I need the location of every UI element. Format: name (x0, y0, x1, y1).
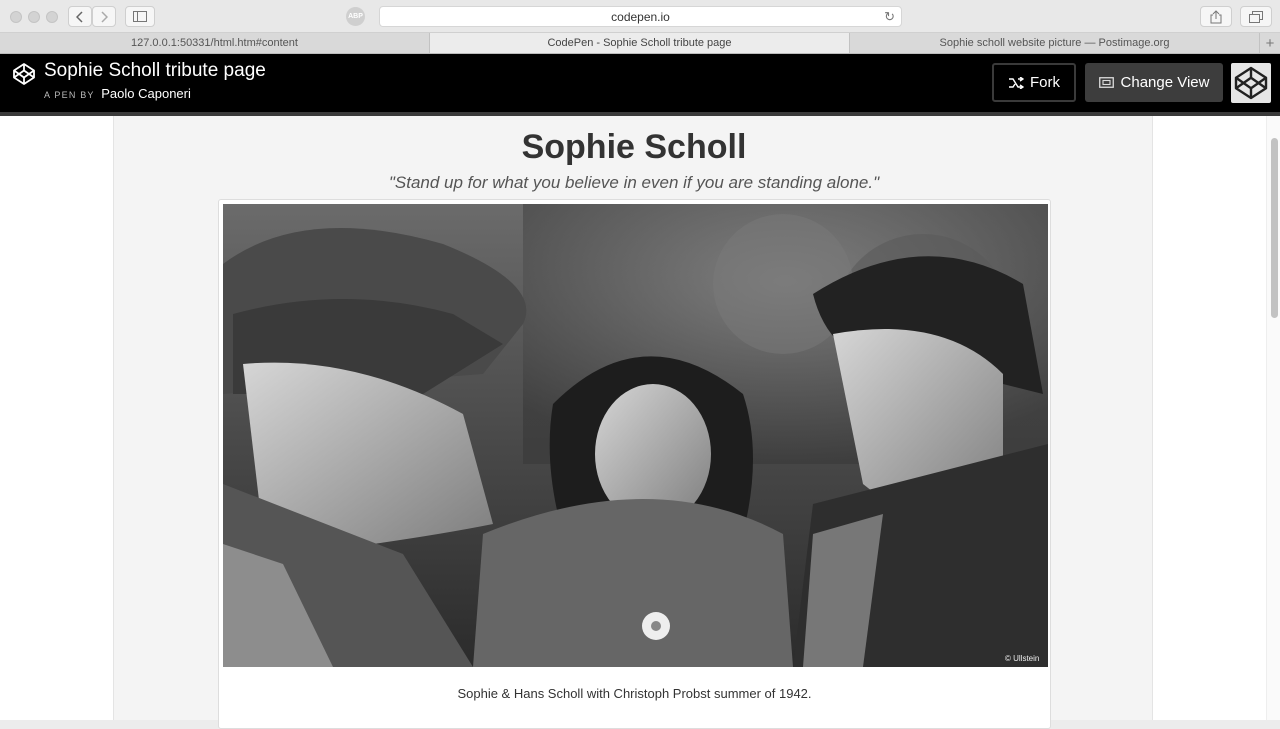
image-credit: © Ullstein (1005, 654, 1039, 663)
scrollbar-thumb[interactable] (1271, 138, 1278, 318)
pen-author-line: A PEN BY Paolo Caponeri (44, 86, 191, 101)
share-icon (1210, 9, 1222, 23)
tribute-quote: "Stand up for what you believe in even i… (388, 173, 880, 192)
tab-bar: 127.0.0.1:50331/html.htm#content CodePen… (0, 33, 1280, 54)
codepen-avatar-icon (1234, 66, 1268, 100)
sidebar-toggle-button[interactable] (125, 6, 155, 27)
image-caption: Sophie & Hans Scholl with Christoph Prob… (457, 686, 812, 701)
zoom-window-button[interactable] (46, 11, 58, 23)
fork-icon (1009, 76, 1024, 89)
tribute-card: Sophie Scholl "Stand up for what you bel… (113, 116, 1153, 729)
pen-author[interactable]: Paolo Caponeri (101, 86, 191, 101)
adblock-plus-icon[interactable]: ABP (346, 7, 365, 26)
pen-title[interactable]: Sophie Scholl tribute page (44, 60, 266, 82)
page-title: Sophie Scholl (521, 128, 747, 166)
tab-label: Sophie scholl website picture — Postimag… (939, 37, 1170, 49)
new-tab-button[interactable]: + (1260, 33, 1280, 53)
tab-postimage[interactable]: Sophie scholl website picture — Postimag… (850, 33, 1260, 53)
page-scrollbar[interactable] (1266, 116, 1280, 720)
back-button[interactable] (68, 6, 92, 27)
change-view-label: Change View (1120, 74, 1210, 91)
close-window-button[interactable] (10, 11, 22, 23)
minimize-window-button[interactable] (28, 11, 40, 23)
sidebar-icon (133, 11, 147, 22)
change-view-icon (1098, 77, 1114, 88)
address-bar[interactable]: codepen.io ↻ (379, 6, 902, 27)
image-thumbnail: © Ullstein Sophie & Hans Scholl with Chr… (218, 199, 1051, 729)
forward-button[interactable] (92, 6, 116, 27)
tab-label: 127.0.0.1:50331/html.htm#content (131, 37, 298, 49)
codepen-header: Sophie Scholl tribute page A PEN BY Paol… (0, 54, 1280, 112)
reload-icon[interactable]: ↻ (884, 9, 895, 25)
pen-by-prefix: A PEN BY (44, 90, 95, 100)
tabs-icon (1249, 10, 1263, 23)
change-view-button[interactable]: Change View (1085, 63, 1223, 102)
tab-codepen[interactable]: CodePen - Sophie Scholl tribute page (430, 33, 850, 53)
tabs-overview-button[interactable] (1240, 6, 1272, 27)
tab-localhost[interactable]: 127.0.0.1:50331/html.htm#content (0, 33, 430, 53)
address-text: codepen.io (611, 9, 670, 24)
tribute-photo: © Ullstein (223, 204, 1048, 667)
share-button[interactable] (1200, 6, 1232, 27)
browser-toolbar: ABP codepen.io ↻ (0, 0, 1280, 33)
fork-label: Fork (1030, 74, 1060, 91)
chevron-left-icon (76, 10, 83, 23)
preview-area: Sophie Scholl "Stand up for what you bel… (0, 116, 1280, 729)
chevron-right-icon (101, 10, 108, 23)
fork-button[interactable]: Fork (992, 63, 1076, 102)
user-avatar[interactable] (1231, 63, 1271, 103)
tab-label: CodePen - Sophie Scholl tribute page (547, 37, 732, 49)
codepen-logo-icon[interactable] (12, 62, 36, 91)
